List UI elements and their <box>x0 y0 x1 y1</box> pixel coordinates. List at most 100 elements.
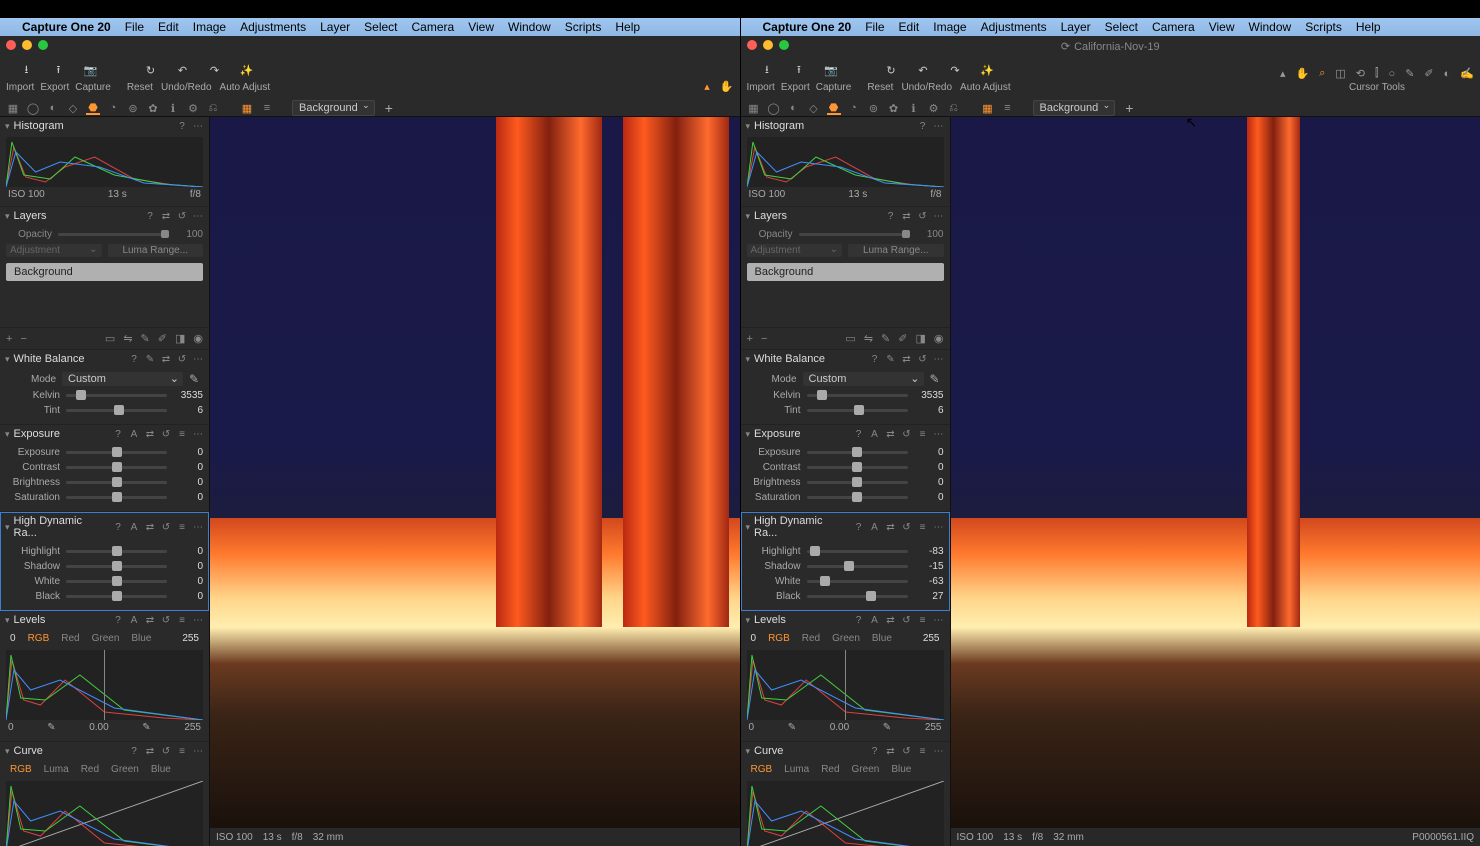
disclosure-icon[interactable]: ▾ <box>746 211 751 222</box>
help-icon[interactable]: ? <box>176 120 188 132</box>
details-tab-icon[interactable]: ⊚ <box>126 101 140 115</box>
menu-icon[interactable]: ⋯ <box>192 745 204 757</box>
kelvin-value[interactable]: 3535 <box>173 390 203 401</box>
exposure-tab-icon[interactable]: ◔ <box>847 101 861 115</box>
output-tab-icon[interactable]: ⚙ <box>927 101 941 115</box>
reset-icon[interactable]: ↻ <box>881 60 901 80</box>
levels-picker-white-icon[interactable]: ✎ <box>142 722 150 733</box>
slider-track[interactable] <box>66 550 167 553</box>
reset-icon[interactable]: ↺ <box>176 353 188 365</box>
reset-icon[interactable]: ↺ <box>160 521 172 533</box>
copy-icon[interactable]: ⇄ <box>160 353 172 365</box>
remove-layer-icon[interactable]: − <box>761 333 767 345</box>
add-layer-icon[interactable]: + <box>6 333 12 345</box>
tint-slider[interactable] <box>66 409 167 412</box>
curve-tab-rgb[interactable]: RGB <box>751 764 773 775</box>
menu-icon[interactable]: ⋯ <box>192 120 204 132</box>
menu-icon[interactable]: ⋯ <box>192 210 204 222</box>
slider-track[interactable] <box>807 580 908 583</box>
preset-icon[interactable]: ≡ <box>917 521 929 533</box>
wb-mode-dropdown[interactable]: Custom <box>62 372 183 386</box>
menu-adjustments[interactable]: Adjustments <box>240 20 306 34</box>
grid-view-icon[interactable]: ▦ <box>240 101 254 115</box>
auto-icon[interactable]: A <box>128 614 140 626</box>
menu-help[interactable]: Help <box>615 20 640 34</box>
slider-track[interactable] <box>66 466 167 469</box>
menu-icon[interactable]: ⋯ <box>933 521 945 533</box>
reset-icon[interactable]: ↺ <box>917 210 929 222</box>
reset-icon[interactable]: ↺ <box>917 353 929 365</box>
reset-icon[interactable]: ↺ <box>160 614 172 626</box>
annotate-tool-icon[interactable]: ✍ <box>1460 67 1474 80</box>
layer-type-dropdown[interactable]: Adjustment <box>6 244 102 257</box>
menu-select[interactable]: Select <box>1105 20 1138 34</box>
levels-tab-green[interactable]: Green <box>92 633 120 644</box>
auto-icon[interactable]: A <box>869 428 881 440</box>
wb-mode-dropdown[interactable]: Custom <box>803 372 924 386</box>
capture-icon[interactable]: 📷 <box>80 60 100 80</box>
redo-icon[interactable]: ↷ <box>204 60 224 80</box>
levels-tab-blue[interactable]: Blue <box>872 633 892 644</box>
menu-icon[interactable]: ⋯ <box>933 745 945 757</box>
preset-icon[interactable]: ≡ <box>917 745 929 757</box>
color-tab-icon[interactable]: ⬣ <box>86 101 100 115</box>
redo-icon[interactable]: ↷ <box>945 60 965 80</box>
tint-value[interactable]: 6 <box>173 405 203 416</box>
levels-out-low[interactable]: 0 <box>749 722 755 733</box>
select-tool-icon[interactable]: ▴ <box>704 80 710 93</box>
help-icon[interactable]: ? <box>853 428 865 440</box>
disclosure-icon[interactable]: ▾ <box>5 354 10 365</box>
slider-value[interactable]: 0 <box>914 447 944 458</box>
auto-icon[interactable]: ✎ <box>144 353 156 365</box>
batch-tab-icon[interactable]: ⎌ <box>206 101 220 115</box>
levels-in-high[interactable]: 255 <box>923 633 940 644</box>
levels-in-high[interactable]: 255 <box>182 633 199 644</box>
reset-icon[interactable]: ↺ <box>901 745 913 757</box>
levels-tab-red[interactable]: Red <box>61 633 79 644</box>
gradient-tool-icon[interactable]: ◐ <box>1444 68 1451 80</box>
menu-scripts[interactable]: Scripts <box>1305 20 1342 34</box>
levels-graph[interactable] <box>6 650 203 720</box>
metadata-tab-icon[interactable]: ℹ <box>907 101 921 115</box>
auto-icon[interactable]: A <box>869 614 881 626</box>
mask-invert-icon[interactable]: ⇋ <box>864 332 873 345</box>
minimize-button[interactable] <box>763 40 773 50</box>
copy-icon[interactable]: ⇄ <box>160 210 172 222</box>
library-tab-icon[interactable]: ▦ <box>747 101 761 115</box>
reset-icon[interactable]: ↺ <box>160 745 172 757</box>
menu-image[interactable]: Image <box>933 20 966 34</box>
slider-value[interactable]: -63 <box>914 576 944 587</box>
levels-in-low[interactable]: 0 <box>751 633 757 644</box>
copy-icon[interactable]: ⇄ <box>144 614 156 626</box>
help-icon[interactable]: ? <box>112 521 124 533</box>
opacity-slider[interactable] <box>58 233 169 236</box>
autoadjust-icon[interactable]: ✨ <box>236 60 256 80</box>
reset-icon[interactable]: ↺ <box>901 614 913 626</box>
styles-tab-icon[interactable]: ✿ <box>146 101 160 115</box>
rotate-tool-icon[interactable]: ⟲ <box>1356 67 1365 80</box>
opacity-slider[interactable] <box>799 233 910 236</box>
slider-track[interactable] <box>66 595 167 598</box>
exposure-tab-icon[interactable]: ◔ <box>106 101 120 115</box>
curve-tab-green[interactable]: Green <box>852 764 880 775</box>
lens-tab-icon[interactable]: ◐ <box>787 101 801 115</box>
grid-view-icon[interactable]: ▦ <box>981 101 995 115</box>
layer-item-background[interactable]: Background <box>6 263 203 281</box>
levels-tab-rgb[interactable]: RGB <box>768 633 790 644</box>
disclosure-icon[interactable]: ▾ <box>5 121 10 132</box>
image-canvas-right[interactable]: ↖ ISO 100 13 s f/8 32 mm P0000561.IIQ <box>951 117 1480 846</box>
layer-item-background[interactable]: Background <box>747 263 944 281</box>
levels-out-high[interactable]: 255 <box>925 722 942 733</box>
preset-icon[interactable]: ≡ <box>176 521 188 533</box>
select-tool-icon[interactable]: ▴ <box>1280 67 1286 80</box>
curve-tab-luma[interactable]: Luma <box>44 764 69 775</box>
luma-range-button[interactable]: Luma Range... <box>108 244 204 257</box>
preset-icon[interactable]: ≡ <box>917 614 929 626</box>
output-tab-icon[interactable]: ⚙ <box>186 101 200 115</box>
slider-track[interactable] <box>807 496 908 499</box>
remove-layer-icon[interactable]: − <box>20 333 26 345</box>
wb-picker-icon[interactable]: ✎ <box>930 372 944 386</box>
export-icon[interactable]: ⭱ <box>789 60 809 80</box>
spot-tool-icon[interactable]: ○ <box>1389 68 1396 80</box>
crop-tool-icon[interactable]: ◫ <box>1335 67 1345 80</box>
